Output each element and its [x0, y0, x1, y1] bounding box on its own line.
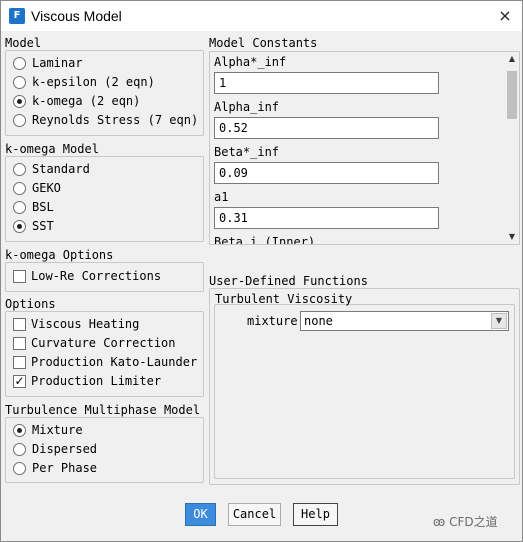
radio-k-omega-label: k-omega (2 eqn): [32, 94, 141, 108]
scrollbar-thumb[interactable]: [507, 71, 517, 119]
radio-geko-label: GEKO: [32, 181, 61, 195]
watermark: ꙭ CFD之道: [433, 513, 498, 530]
radio-standard-label: Standard: [32, 162, 90, 176]
checkbox-icon: [13, 317, 26, 331]
model-group: Laminar k-epsilon (2 eqn) k-omega (2 eqn…: [5, 50, 204, 136]
radio-reynolds-stress-label: Reynolds Stress (7 eqn): [32, 113, 199, 127]
beta-star-inf-field[interactable]: 0.09: [214, 162, 439, 184]
komega-options-group: Low-Re Corrections: [5, 262, 204, 292]
window-title: Viscous Model: [31, 8, 122, 24]
udf-label: User-Defined Functions: [209, 274, 368, 288]
radio-k-epsilon-label: k-epsilon (2 eqn): [32, 75, 155, 89]
constant-label: a1: [214, 190, 229, 204]
checkbox-curvature-correction[interactable]: Curvature Correction: [13, 334, 176, 352]
checkbox-low-re-corrections-label: Low-Re Corrections: [31, 269, 162, 283]
checkbox-icon: [13, 336, 26, 350]
options-group: Viscous Heating Curvature Correction Pro…: [5, 311, 204, 397]
watermark-text: CFD之道: [449, 515, 498, 529]
alpha-inf-field[interactable]: 0.52: [214, 117, 439, 139]
model-group-label: Model: [5, 36, 42, 50]
radio-dispersed-label: Dispersed: [32, 442, 98, 456]
checkbox-icon: [13, 269, 26, 283]
turbulent-viscosity-dropdown[interactable]: none ▼: [300, 311, 509, 331]
mixture-field-label: mixture: [247, 314, 298, 328]
radio-k-omega[interactable]: k-omega (2 eqn): [13, 92, 140, 110]
title-bar: F Viscous Model ×: [1, 1, 522, 31]
radio-bsl[interactable]: BSL: [13, 198, 54, 216]
constant-label: Alpha*_inf: [214, 55, 287, 69]
radio-button-icon: [13, 200, 26, 214]
radio-button-icon: [13, 113, 26, 127]
close-icon[interactable]: ×: [489, 3, 521, 29]
radio-button-icon: [13, 56, 26, 70]
komega-options-group-label: k-omega Options: [5, 248, 114, 262]
radio-mixture-label: Mixture: [32, 423, 83, 437]
komega-model-group: Standard GEKO BSL SST: [5, 156, 204, 242]
checkmark-icon: ✓: [13, 373, 26, 388]
radio-per-phase-label: Per Phase: [32, 461, 98, 475]
radio-button-icon: [13, 162, 26, 176]
radio-laminar-label: Laminar: [32, 56, 83, 70]
checkbox-production-kato-launder[interactable]: Production Kato-Launder: [13, 353, 197, 371]
checkbox-viscous-heating[interactable]: Viscous Heating: [13, 315, 139, 333]
fluent-app-icon: F: [9, 8, 25, 24]
turbulent-viscosity-label: Turbulent Viscosity: [215, 292, 353, 306]
komega-model-group-label: k-omega Model: [5, 142, 99, 156]
checkbox-production-kato-launder-label: Production Kato-Launder: [31, 355, 198, 369]
multiphase-group: Mixture Dispersed Per Phase: [5, 417, 204, 483]
a1-field[interactable]: 0.31: [214, 207, 439, 229]
options-group-label: Options: [5, 297, 56, 311]
multiphase-group-label: Turbulence Multiphase Model: [5, 403, 201, 417]
radio-button-icon: [13, 181, 26, 195]
checkbox-viscous-heating-label: Viscous Heating: [31, 317, 140, 331]
radio-mixture[interactable]: Mixture: [13, 421, 83, 439]
viscous-model-dialog: F Viscous Model × Model Laminar k-epsilo…: [0, 0, 523, 542]
radio-bsl-label: BSL: [32, 200, 54, 214]
radio-per-phase[interactable]: Per Phase: [13, 459, 97, 477]
radio-button-selected-icon: [13, 94, 26, 108]
constant-label: Beta*_inf: [214, 145, 280, 159]
wechat-icon: ꙭ: [433, 515, 446, 529]
radio-geko[interactable]: GEKO: [13, 179, 61, 197]
scroll-down-icon[interactable]: ▼: [505, 230, 519, 244]
dropdown-value: none: [304, 314, 333, 328]
radio-button-icon: [13, 75, 26, 89]
scroll-up-icon[interactable]: ▲: [505, 52, 519, 66]
radio-button-selected-icon: [13, 219, 26, 233]
checkbox-low-re-corrections[interactable]: Low-Re Corrections: [13, 267, 161, 285]
help-button[interactable]: Help: [293, 503, 338, 526]
checkbox-production-limiter-label: Production Limiter: [31, 374, 162, 388]
radio-sst-label: SST: [32, 219, 54, 233]
model-constants-label: Model Constants: [209, 36, 318, 50]
chevron-down-icon[interactable]: ▼: [491, 313, 507, 329]
radio-button-selected-icon: [13, 423, 26, 437]
radio-laminar[interactable]: Laminar: [13, 54, 83, 72]
checkbox-production-limiter[interactable]: ✓ Production Limiter: [13, 372, 161, 390]
alpha-star-inf-field[interactable]: 1: [214, 72, 439, 94]
constant-label: Beta i (Inner): [214, 235, 316, 245]
constant-label: Alpha_inf: [214, 100, 280, 114]
checkbox-icon: [13, 355, 26, 369]
radio-k-epsilon[interactable]: k-epsilon (2 eqn): [13, 73, 155, 91]
radio-dispersed[interactable]: Dispersed: [13, 440, 97, 458]
radio-reynolds-stress[interactable]: Reynolds Stress (7 eqn): [13, 111, 198, 129]
vertical-scrollbar[interactable]: ▲ ▼: [505, 52, 519, 244]
radio-sst[interactable]: SST: [13, 217, 54, 235]
radio-standard[interactable]: Standard: [13, 160, 90, 178]
radio-button-icon: [13, 461, 26, 475]
model-constants-panel[interactable]: Alpha*_inf 1 Alpha_inf 0.52 Beta*_inf 0.…: [209, 51, 520, 245]
cancel-button[interactable]: Cancel: [228, 503, 281, 526]
ok-button[interactable]: OK: [185, 503, 216, 526]
checkbox-curvature-correction-label: Curvature Correction: [31, 336, 176, 350]
radio-button-icon: [13, 442, 26, 456]
